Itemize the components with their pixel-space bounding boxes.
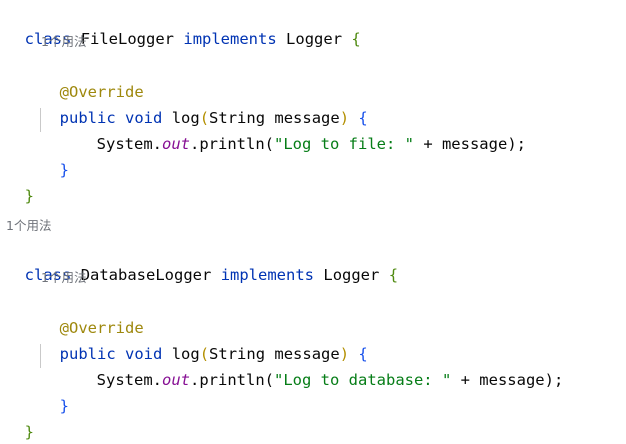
class-close-brace: } xyxy=(24,187,35,205)
implements-keyword: implements xyxy=(220,266,315,284)
class-usage-hint[interactable]: 1个用法 xyxy=(6,214,51,238)
interface-name[interactable]: Logger xyxy=(323,266,379,284)
indent-guide xyxy=(40,344,41,368)
class-open-brace: { xyxy=(351,30,361,48)
method-signature[interactable]: public void log(String message) { xyxy=(41,318,368,363)
interface-name[interactable]: Logger xyxy=(286,30,342,48)
class-close-line: } xyxy=(6,396,34,441)
println-call[interactable]: .println( xyxy=(190,371,274,389)
string-literal: "Log to file: " xyxy=(274,135,414,153)
class-declaration-filelogger[interactable]: class FileLogger implements Logger { xyxy=(6,3,361,48)
override-annotation: @Override xyxy=(41,292,144,337)
statement-end: ); xyxy=(507,135,526,153)
method-close-brace: } xyxy=(59,161,70,179)
println-statement[interactable]: System.out.println("Log to database: " +… xyxy=(78,344,564,389)
override-annotation: @Override xyxy=(41,56,144,101)
method-signature[interactable]: public void log(String message) { xyxy=(41,82,368,127)
statement-end: ); xyxy=(544,371,564,389)
system-class[interactable]: System. xyxy=(97,135,162,153)
method-close-brace: } xyxy=(59,397,70,415)
class-close-line: } xyxy=(6,160,34,205)
println-statement[interactable]: System.out.println("Log to file: " + mes… xyxy=(78,108,526,153)
string-literal: "Log to database: " xyxy=(274,371,452,389)
indent-guide xyxy=(40,108,41,132)
class-name[interactable]: DatabaseLogger xyxy=(81,266,212,284)
class-close-brace: } xyxy=(24,423,35,441)
class-declaration-databaselogger[interactable]: class DatabaseLogger implements Logger { xyxy=(6,239,398,284)
method-close-line: } xyxy=(41,370,69,415)
system-class[interactable]: System. xyxy=(97,371,162,389)
class-open-brace: { xyxy=(388,266,399,284)
concat-expression: + message xyxy=(451,371,545,389)
out-field[interactable]: out xyxy=(162,371,190,389)
println-call[interactable]: .println( xyxy=(190,135,274,153)
class-name[interactable]: FileLogger xyxy=(81,30,174,48)
method-close-line: } xyxy=(41,134,69,179)
implements-keyword: implements xyxy=(183,30,277,48)
usage-hint[interactable]: 1个用法 xyxy=(41,266,86,290)
usage-hint[interactable]: 1个用法 xyxy=(41,30,86,54)
concat-expression: + message xyxy=(413,135,508,153)
out-field[interactable]: out xyxy=(162,135,190,153)
